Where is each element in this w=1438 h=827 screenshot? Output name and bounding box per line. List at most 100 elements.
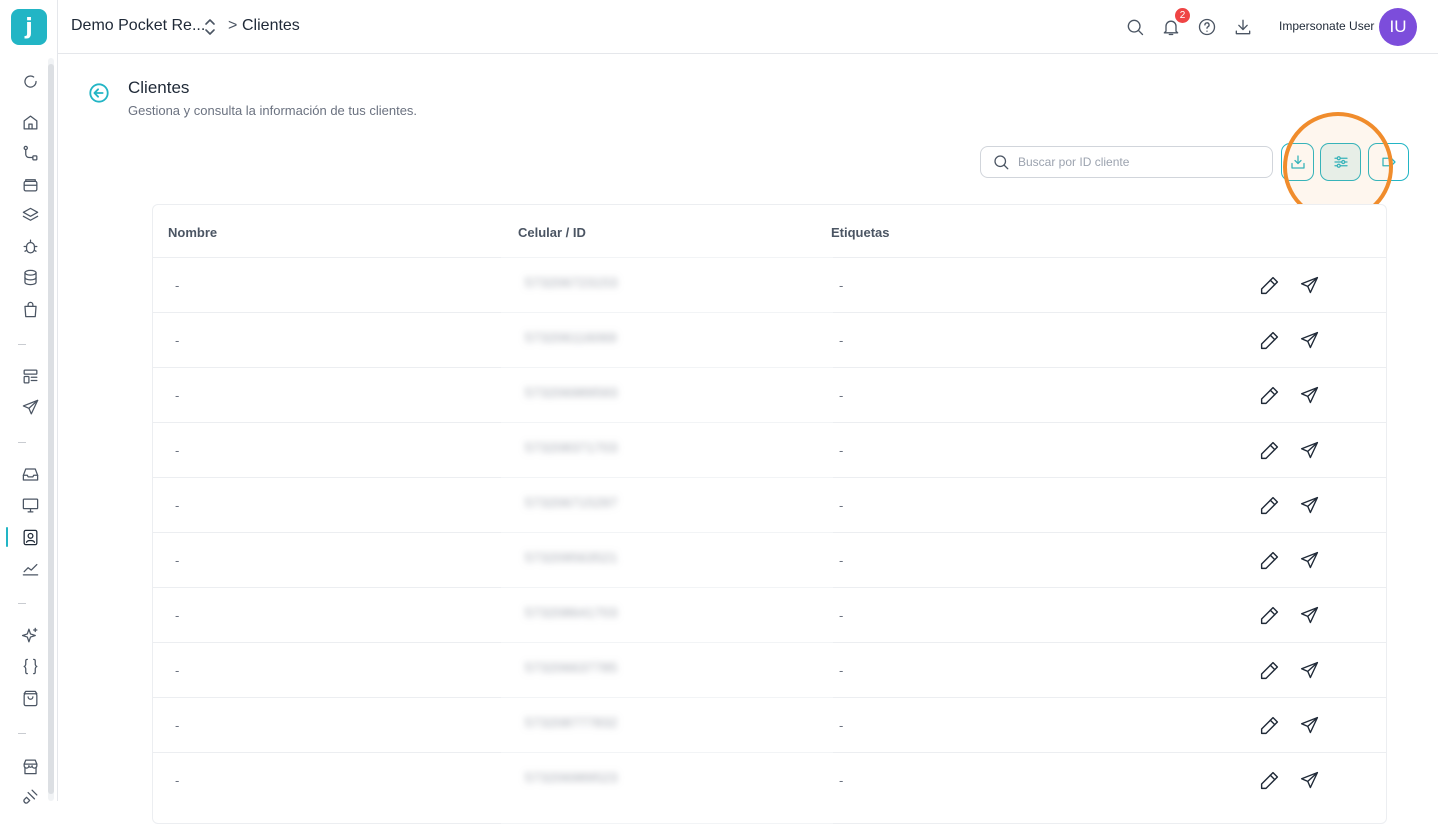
search-input[interactable] [1018,155,1258,169]
cell-nombre: - [175,718,180,733]
sidebar-scrollbar[interactable] [48,58,54,801]
edit-icon[interactable] [1257,768,1281,792]
edit-icon[interactable] [1257,438,1281,462]
table-row[interactable]: - 573206116069 - [153,312,1386,367]
cell-etiquetas: - [839,278,844,293]
download-icon [1290,155,1305,169]
bug-icon[interactable] [19,235,41,257]
shopping-bag-icon[interactable] [19,298,41,320]
cell-nombre: - [175,608,180,623]
edit-icon[interactable] [1257,273,1281,297]
table-row[interactable]: - 573206989593 - [153,367,1386,422]
app-logo[interactable]: j [11,9,47,45]
send-icon[interactable] [1297,438,1321,462]
flow-icon[interactable] [19,142,41,164]
table-row[interactable]: - 573206637785 - [153,642,1386,697]
edit-icon[interactable] [1257,493,1281,517]
edit-icon[interactable] [1257,383,1281,407]
send-icon[interactable] [1297,328,1321,352]
shopping-basket-icon[interactable] [19,687,41,709]
active-indicator [6,527,8,547]
cell-etiquetas: - [839,333,844,348]
help-icon[interactable] [1195,15,1219,39]
sparkles-icon[interactable] [19,624,41,646]
cell-nombre: - [175,443,180,458]
filter-button[interactable] [1320,143,1361,181]
export-button[interactable] [1281,143,1314,181]
table-row[interactable]: - 573208777832 - [153,697,1386,752]
send-icon[interactable] [1297,548,1321,572]
store-icon[interactable] [19,755,41,777]
plug-icon[interactable] [19,785,41,807]
column-header-etiquetas[interactable]: Etiquetas [831,225,890,240]
cell-celular: 573206637785 [525,660,618,675]
cell-etiquetas: - [839,718,844,733]
cell-celular: 573206989593 [525,385,618,400]
sidebar: j [0,0,58,804]
layout-list-icon[interactable] [19,365,41,387]
cell-celular: 573206723153 [525,275,618,290]
send-icon[interactable] [1297,658,1321,682]
send-icon[interactable] [1297,383,1321,407]
tags-button[interactable] [1368,143,1409,181]
cell-etiquetas: - [839,608,844,623]
send-icon[interactable] [1297,713,1321,737]
cell-celular: 573206116069 [525,330,617,345]
send-icon[interactable] [19,396,41,418]
layers-icon[interactable] [19,204,41,226]
page-title: Clientes [128,78,190,97]
search-icon[interactable] [1123,15,1147,39]
cell-nombre: - [175,388,180,403]
edit-icon[interactable] [1257,548,1281,572]
cell-celular: 573209563521 [525,550,618,565]
column-header-celular[interactable]: Celular / ID [518,225,586,240]
edit-icon[interactable] [1257,713,1281,737]
cell-celular: 573206715297 [525,495,618,510]
table-row[interactable]: - 573206723153 - [153,257,1386,312]
breadcrumb-current: Clientes [242,17,300,34]
edit-icon[interactable] [1257,603,1281,627]
sidebar-scroll-thumb[interactable] [48,64,54,794]
download-icon[interactable] [1231,15,1255,39]
avatar[interactable]: IU [1379,8,1417,46]
search-icon [994,155,1009,170]
table-row[interactable]: - 573209563521 - [153,532,1386,587]
chevron-up-down-icon[interactable] [202,17,218,37]
send-icon[interactable] [1297,603,1321,627]
back-arrow-icon[interactable] [88,82,110,104]
chart-line-icon[interactable] [19,557,41,579]
send-icon[interactable] [1297,273,1321,297]
table-row[interactable]: - 573206715297 - [153,477,1386,532]
send-icon[interactable] [1297,768,1321,792]
contacts-icon[interactable] [19,526,41,548]
braces-icon[interactable] [19,655,41,677]
breadcrumb-separator: > [228,17,238,34]
archive-icon[interactable] [19,173,41,195]
inbox-icon[interactable] [19,463,41,485]
workspace-selector[interactable]: Demo Pocket Re... [71,17,205,35]
filter-sliders-icon [1333,156,1348,168]
cell-etiquetas: - [839,553,844,568]
edit-icon[interactable] [1257,658,1281,682]
refresh-icon[interactable] [19,70,41,92]
monitor-icon[interactable] [19,494,41,516]
clients-table: Nombre Celular / ID Etiquetas - 573206723… [152,204,1387,827]
table-row[interactable]: - 573206989523 - [153,752,1386,807]
send-icon[interactable] [1297,493,1321,517]
cell-celular: 573208371703 [525,440,618,455]
search-box[interactable] [980,146,1273,178]
home-icon[interactable] [19,111,41,133]
table-row[interactable]: - 573208371703 - [153,422,1386,477]
cell-nombre: - [175,498,180,513]
sidebar-separator [18,442,26,443]
user-name[interactable]: Impersonate User [1279,19,1374,33]
tag-icon [1381,157,1396,167]
sidebar-separator [18,733,26,734]
table-row[interactable]: - 573208641703 - [153,587,1386,642]
edit-icon[interactable] [1257,328,1281,352]
cell-celular: 573206989523 [525,770,618,785]
column-header-nombre[interactable]: Nombre [168,225,217,240]
database-icon[interactable] [19,266,41,288]
cell-etiquetas: - [839,773,844,788]
cell-celular: 573208777832 [525,715,618,730]
